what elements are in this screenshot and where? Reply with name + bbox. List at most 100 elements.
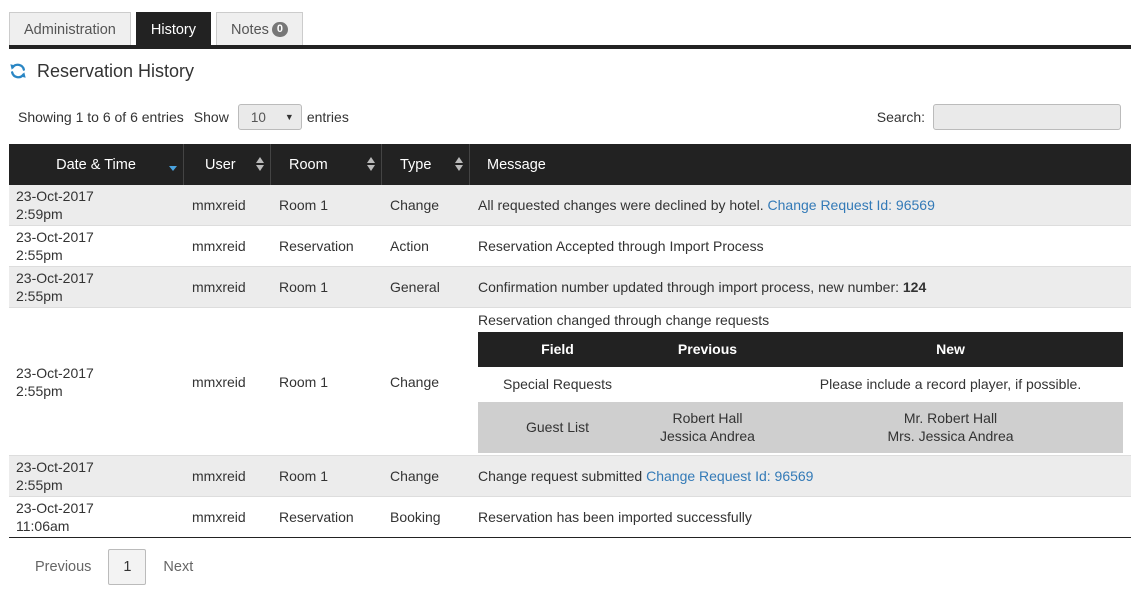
message-text: Change request submitted bbox=[478, 468, 647, 484]
room-cell: Room 1 bbox=[279, 468, 329, 484]
type-cell: General bbox=[390, 279, 440, 295]
tab-notes-label: Notes bbox=[231, 21, 269, 38]
date-text: 23-Oct-2017 bbox=[16, 459, 94, 475]
date-cell: 23-Oct-2017 2:55pm bbox=[9, 456, 184, 496]
tab-bar: Administration History Notes 0 bbox=[9, 12, 304, 46]
change-previous bbox=[637, 367, 778, 402]
new-line: Mr. Robert Hall bbox=[903, 410, 998, 426]
sort-icon bbox=[367, 157, 375, 171]
previous-page-button[interactable]: Previous bbox=[22, 559, 104, 575]
search-label: Search: bbox=[876, 109, 925, 125]
column-label: User bbox=[205, 156, 236, 173]
page-size-select[interactable]: 10 ▼ bbox=[237, 104, 302, 130]
user-cell: mmxreid bbox=[192, 468, 246, 484]
show-label: Show bbox=[193, 109, 229, 125]
room-cell: Room 1 bbox=[279, 373, 329, 390]
user-cell: mmxreid bbox=[192, 238, 246, 254]
time-text: 2:55pm bbox=[16, 247, 63, 263]
user-cell: mmxreid bbox=[192, 197, 246, 213]
page-title: Reservation History bbox=[37, 60, 195, 81]
message-text: All requested changes were declined by h… bbox=[478, 197, 768, 213]
date-text: 23-Oct-2017 bbox=[16, 500, 94, 516]
change-request-link[interactable]: Change Request Id: 96569 bbox=[646, 468, 813, 484]
page-1-button[interactable]: 1 bbox=[108, 549, 147, 585]
table-controls: Showing 1 to 6 of 6 entries Show 10 ▼ en… bbox=[18, 104, 349, 130]
tab-notes[interactable]: Notes 0 bbox=[216, 12, 304, 46]
table-header: Date & Time User Room Type Message bbox=[9, 144, 1131, 185]
type-cell: Change bbox=[390, 373, 440, 390]
change-field: Special Requests bbox=[503, 376, 612, 392]
date-cell: 23-Oct-2017 11:06am bbox=[9, 497, 184, 537]
time-text: 11:06am bbox=[16, 518, 70, 534]
table-row: 23-Oct-2017 2:55pm mmxreid Room 1 Change … bbox=[9, 308, 1131, 456]
column-date-time[interactable]: Date & Time bbox=[9, 144, 184, 185]
time-text: 2:55pm bbox=[16, 382, 63, 399]
change-new: Please include a record player, if possi… bbox=[819, 376, 1082, 392]
changes-row: Special Requests Please include a record… bbox=[478, 366, 1123, 402]
notes-count-badge: 0 bbox=[271, 22, 289, 37]
sort-desc-icon bbox=[169, 166, 177, 171]
new-line: Mrs. Jessica Andrea bbox=[887, 428, 1014, 444]
user-cell: mmxreid bbox=[192, 373, 246, 390]
message-text: Confirmation number updated through impo… bbox=[478, 279, 903, 295]
changes-table: Field Previous New Special Requests Plea… bbox=[478, 331, 1123, 453]
date-cell: 23-Oct-2017 2:55pm bbox=[9, 308, 184, 455]
changes-column-new: New bbox=[936, 341, 965, 357]
column-message: Message bbox=[470, 144, 1131, 185]
room-cell: Reservation bbox=[279, 509, 354, 525]
time-text: 2:59pm bbox=[16, 206, 63, 222]
type-cell: Booking bbox=[390, 509, 441, 525]
message-cell: Change request submitted Change Request … bbox=[470, 456, 1131, 496]
column-label: Date & Time bbox=[56, 156, 136, 173]
next-page-button[interactable]: Next bbox=[150, 559, 206, 575]
sort-icon bbox=[455, 157, 463, 171]
room-cell: Room 1 bbox=[279, 197, 329, 213]
tab-administration[interactable]: Administration bbox=[9, 12, 131, 46]
tab-history[interactable]: History bbox=[135, 12, 211, 46]
changes-header: Field Previous New bbox=[478, 331, 1123, 367]
message-text: Reservation has been imported successful… bbox=[478, 509, 752, 525]
room-cell: Reservation bbox=[279, 238, 354, 254]
date-cell: 23-Oct-2017 2:55pm bbox=[9, 267, 184, 307]
column-label: Message bbox=[487, 156, 546, 173]
change-field: Guest List bbox=[525, 419, 590, 435]
type-cell: Change bbox=[390, 468, 440, 484]
message-cell: Reservation Accepted through Import Proc… bbox=[470, 226, 1131, 266]
pagination: Previous 1 Next bbox=[22, 549, 206, 585]
time-text: 2:55pm bbox=[16, 288, 63, 304]
history-table: Date & Time User Room Type Message 23-Oc… bbox=[9, 144, 1131, 538]
changes-row: Guest List Robert Hall Jessica Andrea Mr… bbox=[478, 401, 1123, 453]
date-text: 23-Oct-2017 bbox=[16, 270, 94, 286]
date-cell: 23-Oct-2017 2:59pm bbox=[9, 185, 184, 225]
column-label: Type bbox=[400, 156, 432, 173]
previous-line: Robert Hall bbox=[672, 410, 743, 426]
date-text: 23-Oct-2017 bbox=[16, 364, 94, 381]
table-row: 23-Oct-2017 11:06am mmxreid Reservation B… bbox=[9, 497, 1131, 537]
chevron-down-icon: ▼ bbox=[284, 112, 294, 122]
refresh-icon[interactable] bbox=[9, 62, 27, 80]
message-text: Reservation Accepted through Import Proc… bbox=[478, 238, 764, 254]
type-cell: Change bbox=[390, 197, 440, 213]
search-box: Search: bbox=[877, 104, 1121, 130]
user-cell: mmxreid bbox=[192, 509, 246, 525]
change-request-link[interactable]: Change Request Id: 96569 bbox=[768, 197, 935, 213]
column-label: Room bbox=[289, 156, 328, 173]
column-user[interactable]: User bbox=[184, 144, 271, 185]
column-room[interactable]: Room bbox=[271, 144, 382, 185]
sort-icon bbox=[256, 157, 264, 171]
message-cell: Confirmation number updated through impo… bbox=[470, 267, 1131, 307]
message-text: Reservation changed through change reque… bbox=[478, 311, 770, 328]
previous-line: Jessica Andrea bbox=[660, 428, 755, 444]
search-input[interactable] bbox=[933, 104, 1121, 130]
change-new: Mr. Robert Hall Mrs. Jessica Andrea bbox=[778, 402, 1123, 453]
entries-info: Showing 1 to 6 of 6 entries bbox=[18, 109, 184, 125]
message-cell: All requested changes were declined by h… bbox=[470, 185, 1131, 225]
table-row: 23-Oct-2017 2:55pm mmxreid Reservation Ac… bbox=[9, 226, 1131, 267]
message-cell: Reservation changed through change reque… bbox=[470, 308, 1131, 455]
table-row: 23-Oct-2017 2:55pm mmxreid Room 1 Change … bbox=[9, 456, 1131, 497]
date-text: 23-Oct-2017 bbox=[16, 229, 94, 245]
message-cell: Reservation has been imported successful… bbox=[470, 497, 1131, 537]
column-type[interactable]: Type bbox=[382, 144, 470, 185]
entries-label: entries bbox=[306, 109, 349, 125]
user-cell: mmxreid bbox=[192, 279, 246, 295]
